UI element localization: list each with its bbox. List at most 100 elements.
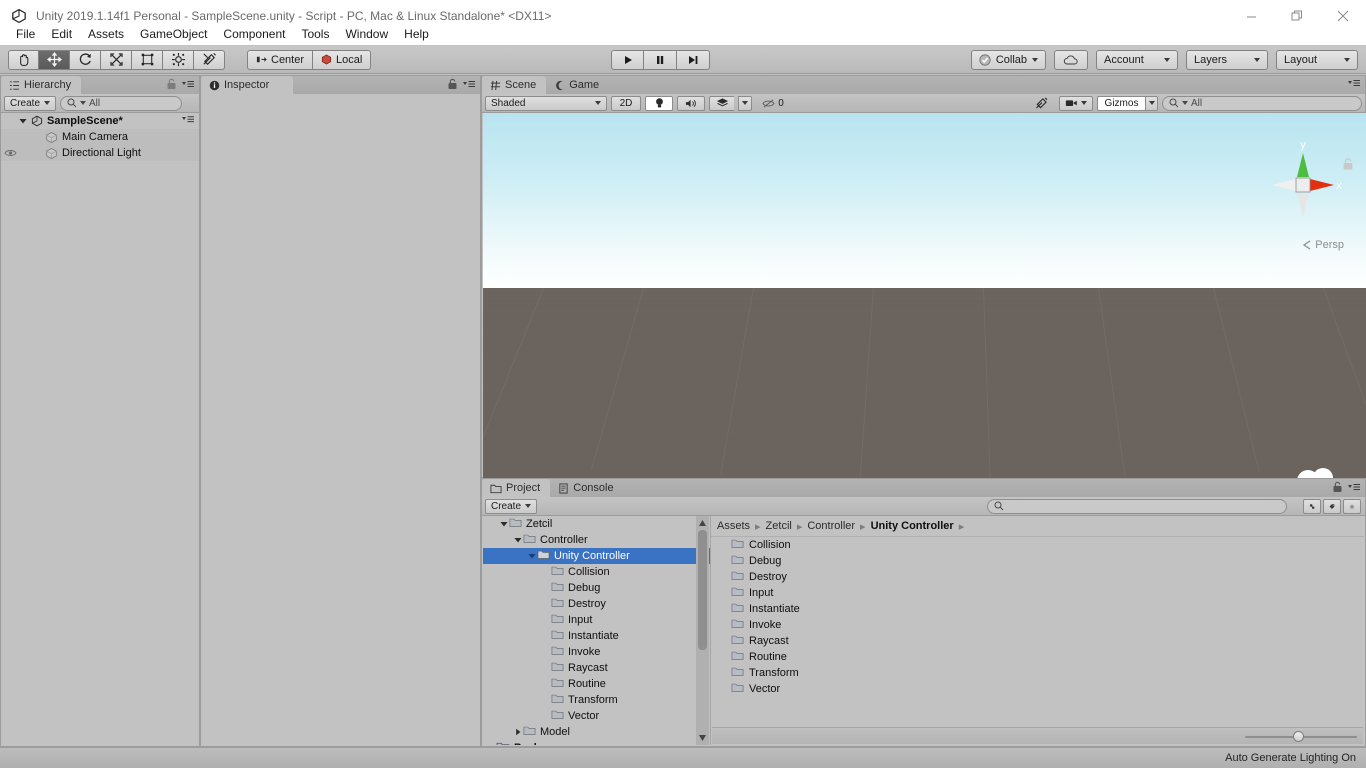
menu-tools[interactable]: Tools bbox=[293, 25, 337, 43]
project-menu-icon[interactable] bbox=[1347, 482, 1361, 492]
scene-projection-label[interactable]: Persp bbox=[1302, 239, 1344, 251]
icon-size-slider[interactable] bbox=[1245, 730, 1357, 742]
collapse-triangle-icon[interactable] bbox=[486, 744, 496, 745]
project-create-button[interactable]: Create bbox=[485, 498, 538, 514]
scale-tool-icon[interactable] bbox=[101, 49, 132, 70]
scroll-up-arrow-icon[interactable] bbox=[698, 518, 707, 528]
expand-triangle-icon[interactable] bbox=[527, 552, 537, 560]
tab-console[interactable]: Console bbox=[550, 479, 623, 497]
scene-camera-gizmo-icon[interactable] bbox=[1290, 465, 1348, 478]
file-row-input[interactable]: Input bbox=[711, 585, 1364, 601]
file-row-instantiate[interactable]: Instantiate bbox=[711, 601, 1364, 617]
visibility-eye-icon[interactable] bbox=[4, 148, 17, 161]
scene-search-input[interactable]: All bbox=[1162, 95, 1362, 111]
tree-row-vector[interactable]: Vector bbox=[483, 708, 710, 724]
label-filter-icon[interactable] bbox=[1323, 498, 1341, 514]
rotate-tool-icon[interactable] bbox=[70, 49, 101, 70]
hierarchy-item-main-camera[interactable]: Main Camera bbox=[1, 129, 199, 145]
2d-toggle-button[interactable]: 2D bbox=[611, 95, 641, 111]
gizmos-dropdown[interactable] bbox=[1145, 95, 1158, 111]
scene-effects-dropdown[interactable] bbox=[738, 95, 752, 111]
file-row-raycast[interactable]: Raycast bbox=[711, 633, 1364, 649]
project-file-list[interactable]: Assets ▸ Zetcil ▸ Controller ▸ Unity Con… bbox=[711, 516, 1364, 745]
hierarchy-menu-icon[interactable] bbox=[181, 79, 195, 89]
collapse-triangle-icon[interactable] bbox=[513, 728, 523, 736]
inspector-menu-icon[interactable] bbox=[462, 79, 476, 89]
tab-game[interactable]: Game bbox=[546, 76, 609, 94]
scene-expand-triangle-icon[interactable] bbox=[17, 117, 28, 125]
slider-knob[interactable] bbox=[1293, 730, 1304, 742]
tree-row-instantiate[interactable]: Instantiate bbox=[483, 628, 710, 644]
tree-row-input[interactable]: Input bbox=[483, 612, 710, 628]
lock-icon[interactable] bbox=[1332, 481, 1343, 493]
asset-filter-icon[interactable] bbox=[1303, 498, 1321, 514]
menu-gameobject[interactable]: GameObject bbox=[132, 25, 215, 43]
scene-camera-settings-button[interactable] bbox=[1059, 95, 1093, 111]
menu-file[interactable]: File bbox=[8, 25, 43, 43]
lock-icon[interactable] bbox=[447, 78, 458, 90]
pause-button[interactable] bbox=[644, 50, 677, 70]
scene-audio-toggle[interactable] bbox=[677, 95, 705, 111]
layers-button[interactable]: Layers bbox=[1186, 50, 1268, 70]
scene-lighting-toggle[interactable] bbox=[645, 95, 673, 111]
file-row-routine[interactable]: Routine bbox=[711, 649, 1364, 665]
menu-component[interactable]: Component bbox=[215, 25, 293, 43]
tree-row-raycast[interactable]: Raycast bbox=[483, 660, 710, 676]
tree-row-unity-controller[interactable]: Unity Controller bbox=[483, 548, 710, 564]
scene-effects-toggle[interactable] bbox=[709, 95, 734, 111]
breadcrumb-item-controller[interactable]: Controller bbox=[807, 520, 855, 532]
scene-hidden-objects[interactable]: 0 bbox=[756, 96, 790, 111]
hierarchy-item-directional-light[interactable]: Directional Light bbox=[1, 145, 199, 161]
account-button[interactable]: Account bbox=[1096, 50, 1178, 70]
file-row-invoke[interactable]: Invoke bbox=[711, 617, 1364, 633]
project-search-input[interactable] bbox=[987, 498, 1287, 514]
file-row-collision[interactable]: Collision bbox=[711, 537, 1364, 553]
scroll-down-arrow-icon[interactable] bbox=[698, 733, 707, 743]
hierarchy-create-button[interactable]: Create bbox=[4, 95, 57, 111]
scene-tools-icon[interactable] bbox=[1027, 96, 1055, 111]
tree-row-packages[interactable]: Packages bbox=[483, 740, 710, 745]
file-row-debug[interactable]: Debug bbox=[711, 553, 1364, 569]
tree-row-collision[interactable]: Collision bbox=[483, 564, 710, 580]
expand-triangle-icon[interactable] bbox=[513, 536, 523, 544]
rect-tool-icon[interactable] bbox=[132, 49, 163, 70]
menu-window[interactable]: Window bbox=[337, 25, 396, 43]
tree-row-debug[interactable]: Debug bbox=[483, 580, 710, 596]
transform-tool-icon[interactable] bbox=[163, 49, 194, 70]
scene-axis-gizmo[interactable]: y x bbox=[1260, 135, 1346, 235]
tree-scroll-thumb[interactable] bbox=[698, 530, 707, 650]
file-row-vector[interactable]: Vector bbox=[711, 681, 1364, 697]
tree-row-transform[interactable]: Transform bbox=[483, 692, 710, 708]
menu-edit[interactable]: Edit bbox=[43, 25, 80, 43]
scene-menu-icon[interactable] bbox=[1347, 78, 1361, 88]
pivot-mode-button[interactable]: Center bbox=[247, 49, 314, 70]
layout-button[interactable]: Layout bbox=[1276, 50, 1358, 70]
hierarchy-scene-row[interactable]: SampleScene* bbox=[1, 113, 199, 129]
cloud-button[interactable] bbox=[1054, 50, 1088, 70]
tab-hierarchy[interactable]: Hierarchy bbox=[1, 76, 82, 94]
tree-row-controller[interactable]: Controller bbox=[483, 532, 710, 548]
lock-icon[interactable] bbox=[166, 78, 177, 90]
step-button[interactable] bbox=[677, 50, 710, 70]
breadcrumb-item-zetcil[interactable]: Zetcil bbox=[766, 520, 792, 532]
tree-scrollbar[interactable] bbox=[696, 516, 709, 745]
tree-row-routine[interactable]: Routine bbox=[483, 676, 710, 692]
favorite-filter-icon[interactable] bbox=[1343, 498, 1361, 514]
scene-context-menu-icon[interactable] bbox=[181, 115, 195, 127]
expand-triangle-icon[interactable] bbox=[499, 520, 509, 528]
project-folder-tree[interactable]: Zetcil Controller Unity Controller Colli… bbox=[483, 516, 711, 745]
gizmos-toggle-button[interactable]: Gizmos bbox=[1097, 95, 1145, 111]
file-row-transform[interactable]: Transform bbox=[711, 665, 1364, 681]
collab-button[interactable]: Collab bbox=[970, 50, 1046, 70]
hierarchy-search-input[interactable]: All bbox=[60, 95, 183, 111]
custom-editor-tool-icon[interactable] bbox=[194, 49, 225, 70]
tab-project[interactable]: Project bbox=[482, 479, 551, 497]
pivot-space-button[interactable]: Local bbox=[313, 49, 372, 70]
tree-row-invoke[interactable]: Invoke bbox=[483, 644, 710, 660]
tab-scene[interactable]: Scene bbox=[482, 76, 547, 94]
breadcrumb-item-unity-controller[interactable]: Unity Controller bbox=[871, 520, 954, 532]
breadcrumb-item-assets[interactable]: Assets bbox=[717, 520, 750, 532]
menu-assets[interactable]: Assets bbox=[80, 25, 132, 43]
tree-row-zetcil[interactable]: Zetcil bbox=[483, 516, 710, 532]
draw-mode-dropdown[interactable]: Shaded bbox=[485, 95, 607, 111]
